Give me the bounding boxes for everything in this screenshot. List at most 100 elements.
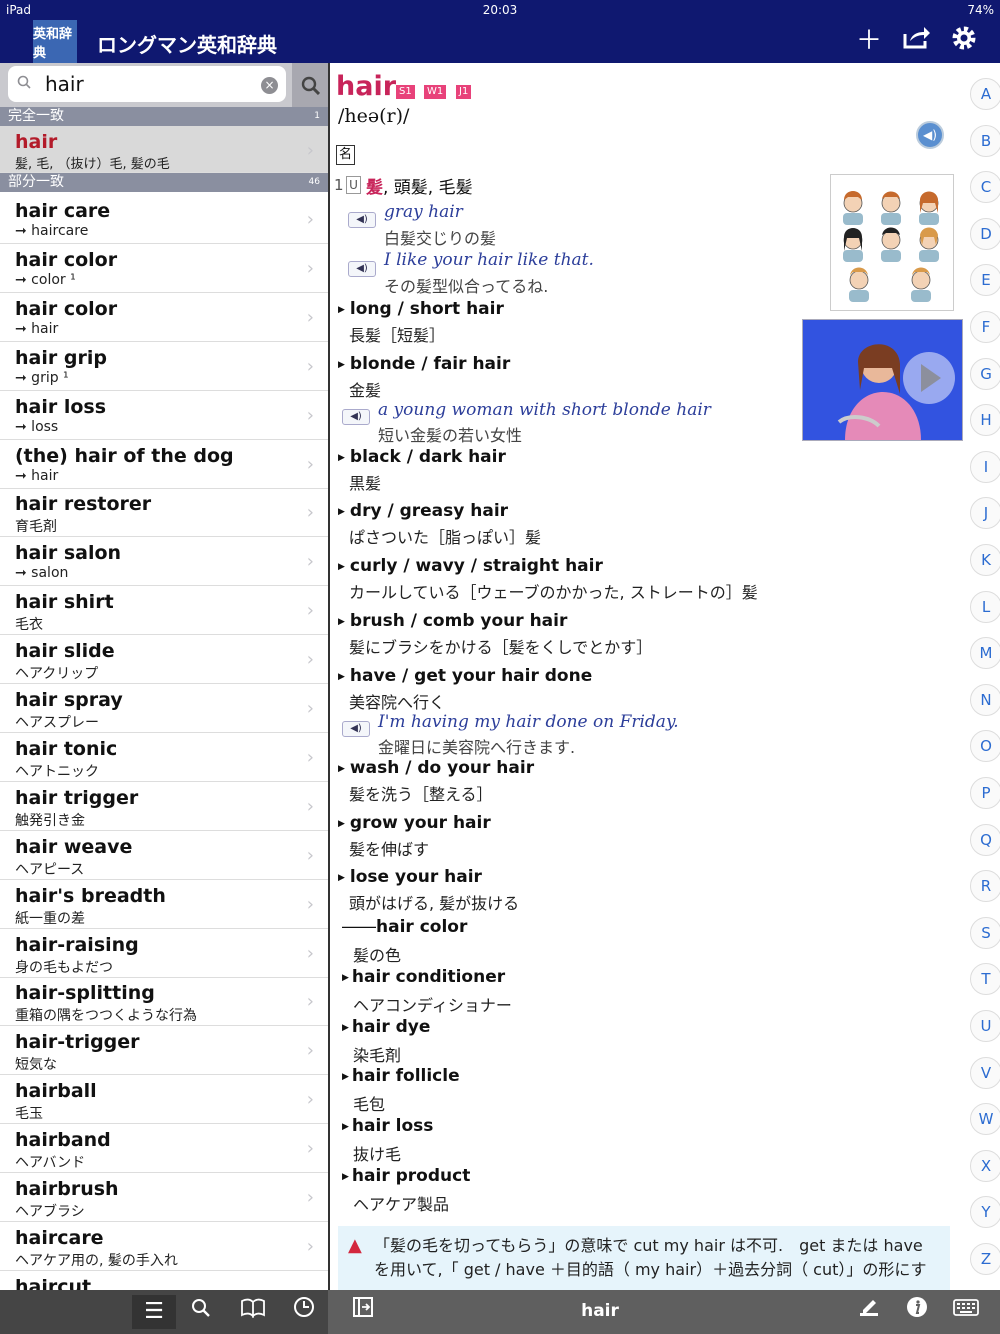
list-item[interactable]: hair salon ➞ salon › — [0, 537, 328, 587]
collocation-en: lose your hair — [349, 867, 482, 887]
collocation: ▶ long / short hair — [338, 299, 504, 319]
history-icon[interactable] — [287, 1295, 321, 1329]
list-item[interactable]: hairbrush ヘアブラシ › — [0, 1173, 328, 1222]
alphabet-index-x[interactable]: X — [970, 1149, 1000, 1182]
play-icon[interactable] — [902, 351, 954, 403]
exact-match-item[interactable]: hair 髪, 毛, （抜け）毛, 髪の毛 › — [0, 126, 328, 173]
collocation-en: have / get your hair done — [349, 666, 593, 686]
list-item[interactable]: haircut› — [0, 1271, 328, 1290]
alphabet-index-d[interactable]: D — [970, 217, 1000, 250]
alphabet-index-y[interactable]: Y — [970, 1196, 1000, 1229]
frequency-badge-w1: W1 — [424, 85, 447, 99]
list-item[interactable]: hairball 毛玉 › — [0, 1075, 328, 1125]
clear-search-icon[interactable]: × — [261, 77, 278, 94]
speaker-icon[interactable]: ◀) — [348, 212, 376, 228]
clock: 20:03 — [482, 3, 518, 17]
chevron-right-icon: › — [306, 1187, 314, 1208]
edit-note-icon[interactable] — [852, 1295, 886, 1329]
alphabet-index-a[interactable]: A — [970, 78, 1000, 110]
collocation: ▶ have / get your hair done — [338, 666, 592, 686]
list-item-word: haircare — [15, 1226, 104, 1249]
compound-word[interactable]: ▶ hair conditioner — [342, 967, 505, 987]
list-item[interactable]: hair grip ➞ grip ¹ › — [0, 342, 328, 391]
hairstyles-illustration[interactable] — [830, 174, 954, 311]
alphabet-index-v[interactable]: V — [970, 1056, 1000, 1089]
info-icon[interactable] — [900, 1295, 934, 1329]
search-input[interactable]: hair × — [8, 66, 286, 102]
list-item[interactable]: hairband ヘアバンド › — [0, 1124, 328, 1174]
alphabet-index-j[interactable]: J — [970, 497, 1000, 530]
alphabet-index-s[interactable]: S — [970, 916, 1000, 949]
list-item[interactable]: hair trigger 触発引き金 › — [0, 782, 328, 831]
alphabet-index-l[interactable]: L — [970, 590, 1000, 623]
alphabet-index-w[interactable]: W — [970, 1103, 1000, 1136]
list-item-word: (the) hair of the dog — [15, 444, 234, 467]
chevron-right-icon: › — [306, 942, 314, 964]
alphabet-index-i[interactable]: I — [970, 450, 1000, 483]
list-item[interactable]: hair loss ➞ loss › — [0, 391, 328, 440]
list-item[interactable]: hair's breadth 紙一重の差 › — [0, 880, 328, 929]
speaker-icon[interactable]: ◀) — [342, 409, 370, 425]
list-item-meaning: ➞ salon — [15, 565, 69, 582]
alphabet-index-k[interactable]: K — [970, 544, 1000, 576]
gear-icon[interactable] — [947, 24, 981, 58]
alphabet-index-b[interactable]: B — [970, 124, 1000, 157]
compound-word[interactable]: ▶ hair product — [342, 1166, 470, 1186]
search-icon[interactable] — [184, 1295, 218, 1329]
speaker-icon[interactable]: ◀) — [348, 261, 376, 277]
list-item[interactable]: hair spray ヘアスプレー › — [0, 684, 328, 733]
list-item[interactable]: hair care ➞ haircare › — [0, 195, 328, 244]
chevron-right-icon: › — [306, 453, 314, 475]
search-button[interactable] — [292, 63, 328, 107]
list-item[interactable]: (the) hair of the dog ➞ hair › — [0, 440, 328, 489]
list-item[interactable]: hair-splitting 重箱の隅をつつくような行為 › — [0, 977, 328, 1027]
alphabet-index-t[interactable]: T — [970, 963, 1000, 996]
alphabet-index-r[interactable]: R — [970, 870, 1000, 903]
alphabet-index-n[interactable]: N — [970, 683, 1000, 716]
share-icon[interactable] — [899, 24, 933, 58]
bullet-triangle-icon: ▶ — [338, 672, 345, 682]
speaker-icon[interactable]: ◀) — [916, 121, 944, 149]
alphabet-index-h[interactable]: H — [970, 404, 1000, 437]
book-icon[interactable] — [236, 1295, 270, 1329]
list-item[interactable]: hair color ➞ hair › — [0, 293, 328, 342]
compound-jp: 髪の色 — [353, 946, 402, 965]
alphabet-index-m[interactable]: M — [970, 637, 1000, 670]
list-item[interactable]: hair tonic ヘアトニック › — [0, 733, 328, 782]
add-icon[interactable]: ＋ — [852, 24, 886, 58]
compound-word[interactable]: ▶ hair dye — [342, 1017, 430, 1037]
alphabet-index-f[interactable]: F — [970, 311, 1000, 343]
alphabet-index-q[interactable]: Q — [970, 823, 1000, 856]
compound-en: hair dye — [351, 1017, 431, 1037]
speaker-icon[interactable]: ◀) — [342, 721, 370, 737]
alphabet-index-p[interactable]: P — [970, 777, 1000, 809]
list-item[interactable]: hair color ➞ color ¹ › — [0, 244, 328, 293]
chevron-right-icon: › — [306, 1089, 314, 1111]
list-item[interactable]: hair weave ヘアピース › — [0, 831, 328, 880]
keyboard-icon[interactable] — [949, 1295, 983, 1329]
alphabet-index-e[interactable]: E — [970, 264, 1000, 297]
alphabet-index-o[interactable]: O — [970, 730, 1000, 763]
list-item[interactable]: hair slide ヘアクリップ › — [0, 635, 328, 685]
list-item[interactable]: hair-raising 身の毛もよだつ › — [0, 929, 328, 978]
list-item[interactable]: hair restorer 育毛剤 › — [0, 488, 328, 538]
list-item[interactable]: haircare ヘアケア用の, 髪の手入れ › — [0, 1222, 328, 1271]
example-jp: 短い金髪の若い女性 — [378, 426, 523, 445]
list-item[interactable]: hair shirt 毛衣 › — [0, 586, 328, 636]
alphabet-index-z[interactable]: Z — [970, 1243, 1000, 1275]
compound-word[interactable]: ▶ hair follicle — [342, 1066, 460, 1086]
collocation-en: wash / do your hair — [349, 758, 535, 778]
list-item-word: hair care — [15, 200, 111, 222]
alphabet-index-c[interactable]: C — [970, 171, 1000, 204]
compound-word[interactable]: ▶ hair loss — [342, 1116, 433, 1136]
list-item[interactable]: hair-trigger 短気な › — [0, 1026, 328, 1076]
toggle-sidebar-icon[interactable] — [346, 1295, 380, 1329]
search-icon — [301, 76, 320, 95]
chevron-right-icon: › — [306, 893, 314, 915]
alphabet-index-g[interactable]: G — [970, 357, 1000, 390]
list-item-word: hair restorer — [15, 493, 152, 516]
compound-word[interactable]: ――hair color — [342, 917, 467, 937]
menu-icon[interactable]: ☰ — [132, 1295, 176, 1329]
alphabet-index-u[interactable]: U — [970, 1010, 1000, 1042]
status-bar: iPad 20:03 74% — [0, 0, 1000, 20]
